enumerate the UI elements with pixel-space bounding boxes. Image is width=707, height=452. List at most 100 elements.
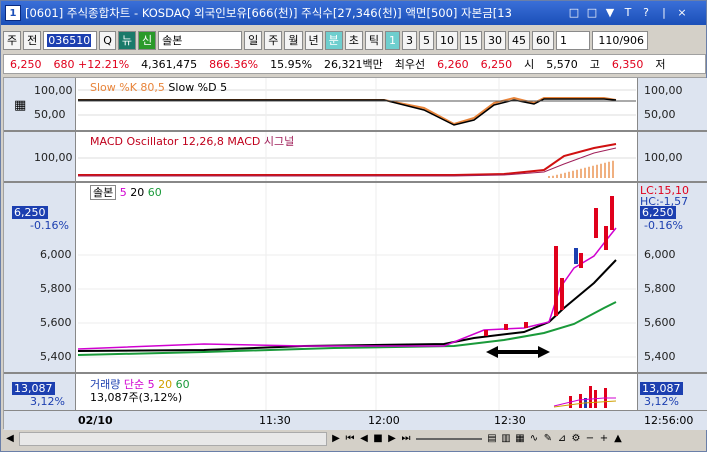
title-bar: 1 [0601] 주식종합차트 - KOSDAQ 외국인보유[666(천)] 주… [1, 1, 706, 25]
bid-price: 6,260 [437, 57, 469, 71]
macd-tick-left: 100,00 [34, 151, 73, 164]
zoom-in-icon[interactable]: + [597, 432, 611, 446]
volume-bar [589, 386, 592, 408]
first-page-icon[interactable]: ⏮ [343, 432, 357, 446]
candle [574, 248, 578, 264]
scroll-track[interactable] [19, 432, 327, 446]
scope-select[interactable]: 전 [23, 30, 42, 50]
time-axis: 02/10 11:30 12:00 12:30 12:56:00 [4, 410, 707, 430]
multiplier-select[interactable]: 1 [556, 30, 591, 50]
tile-window-icon[interactable]: □ [567, 6, 581, 20]
price-tick-right: 5,600 [644, 316, 676, 329]
copy-window-icon[interactable]: □ [585, 6, 599, 20]
candle [554, 246, 558, 316]
slow-tick-right: 50,00 [644, 108, 676, 121]
annotation-arrow-head [538, 346, 550, 358]
code-search-icon[interactable]: Q [99, 30, 116, 50]
ruler-icon[interactable]: ⊿ [555, 432, 569, 446]
code-text: 036510 [47, 33, 92, 47]
volume-pct-left: 3,12% [30, 395, 65, 408]
minute-1[interactable]: 1 [385, 30, 401, 50]
next-page-icon[interactable]: ▶ [385, 432, 399, 446]
toolbar: 주 전 036510 Q 뉴 신 솔본 일 주 월 년 분 초 틱 1 3 5 … [3, 29, 706, 51]
low-label: 저 [655, 58, 666, 71]
period-year[interactable]: 년 [304, 30, 323, 50]
zoom-out-icon[interactable]: − [583, 432, 597, 446]
minute-30[interactable]: 30 [484, 30, 507, 50]
chart-type-icon[interactable]: ▤ [485, 432, 499, 446]
page-counter[interactable]: 110/906 [592, 30, 649, 50]
date-label: 02/10 [78, 414, 113, 427]
minute-15[interactable]: 15 [460, 30, 483, 50]
stock-code-input[interactable]: 036510 [43, 30, 98, 50]
minute-3[interactable]: 3 [402, 30, 418, 50]
overlay-icon[interactable]: ▥ [499, 432, 513, 446]
last-page-icon[interactable]: ⏭ [399, 432, 413, 446]
scroll-right-icon[interactable]: ▶ [329, 432, 343, 446]
price-tick-left: 5,600 [40, 316, 72, 329]
current-price-tag-right: 6,250 [640, 206, 676, 219]
scroll-left-icon[interactable]: ◀ [3, 432, 17, 446]
minute-60[interactable]: 60 [532, 30, 555, 50]
candle [524, 322, 528, 328]
new-listing-button[interactable]: 신 [138, 30, 157, 50]
period-tick[interactable]: 틱 [364, 30, 384, 50]
period-minute[interactable]: 분 [324, 30, 343, 50]
scroll-up-icon[interactable]: ▲ [611, 432, 625, 446]
close-icon[interactable]: × [675, 6, 689, 20]
period-week[interactable]: 주 [264, 30, 283, 50]
macd-tick-right: 100,00 [644, 151, 683, 164]
ma20-line [77, 259, 617, 352]
prefer-label: 최우선 [394, 58, 426, 71]
chart-area[interactable]: ▦ Slow %K 80,5 Slow %D 5 100,00 50,00 10… [3, 77, 707, 430]
trade-amount: 26,321백만 [324, 58, 383, 71]
right-time-label: 12:56:00 [644, 414, 694, 427]
candle [504, 324, 508, 330]
candle [579, 253, 583, 268]
app-icon[interactable]: 1 [5, 5, 21, 21]
turnover: 15.95% [270, 57, 313, 71]
slow-tick-right: 100,00 [644, 84, 683, 97]
slow-d-line [78, 98, 617, 126]
pane-separator[interactable] [4, 181, 707, 183]
compare-icon[interactable]: ▦ [513, 432, 527, 446]
period-day[interactable]: 일 [244, 30, 263, 50]
high-price: 6,350 [611, 57, 644, 71]
pin-icon[interactable]: ▼ [603, 6, 617, 20]
minute-5[interactable]: 5 [419, 30, 435, 50]
period-month[interactable]: 월 [284, 30, 303, 50]
indicator-icon[interactable]: ∿ [527, 432, 541, 446]
stop-icon[interactable]: ■ [371, 432, 385, 446]
separator-icon: | [662, 6, 666, 19]
time-label: 12:30 [494, 414, 526, 427]
news-button[interactable]: 뉴 [117, 30, 137, 50]
price-tick-right: 5,400 [644, 350, 676, 363]
help-icon[interactable]: ? [639, 6, 653, 20]
text-size-icon[interactable]: T [621, 6, 635, 20]
chart-scrollbar: ◀ ▶ ⏮ ◀ ■ ▶ ⏭ ▤ ▥ ▦ ∿ ✎ ⊿ ⚙ − + ▲ [3, 430, 706, 448]
prev-page-icon[interactable]: ◀ [357, 432, 371, 446]
price-tick-left: 5,400 [40, 350, 72, 363]
price-legend: 솔본 5 20 60 [90, 184, 162, 200]
open-label: 시 [524, 58, 535, 71]
minute-45[interactable]: 45 [508, 30, 531, 50]
candle [484, 330, 488, 336]
quote-bar: 6,250 680 +12.21% 4,361,475 866.36% 15.9… [3, 54, 706, 74]
grid-toggle-icon[interactable]: ▦ [14, 98, 26, 113]
current-price-tag-left: 6,250 [12, 206, 48, 219]
settings-icon[interactable]: ⚙ [569, 432, 583, 446]
candle [560, 278, 564, 310]
slow-k-label: Slow %K 80,5 Slow %D 5 [90, 81, 228, 94]
ask-price: 6,250 [480, 57, 513, 71]
minute-10[interactable]: 10 [436, 30, 459, 50]
stock-name-field[interactable]: 솔본 [158, 30, 243, 50]
volume-tag-left: 13,087 [12, 382, 55, 395]
period-second[interactable]: 초 [344, 30, 363, 50]
candle [610, 196, 614, 230]
draw-icon[interactable]: ✎ [541, 432, 555, 446]
zoom-slider[interactable] [416, 438, 482, 440]
pane-separator[interactable] [4, 372, 707, 374]
stock-type-select[interactable]: 주 [3, 30, 22, 50]
pane-separator[interactable] [4, 130, 707, 132]
price-change: 680 +12.21% [53, 57, 130, 71]
